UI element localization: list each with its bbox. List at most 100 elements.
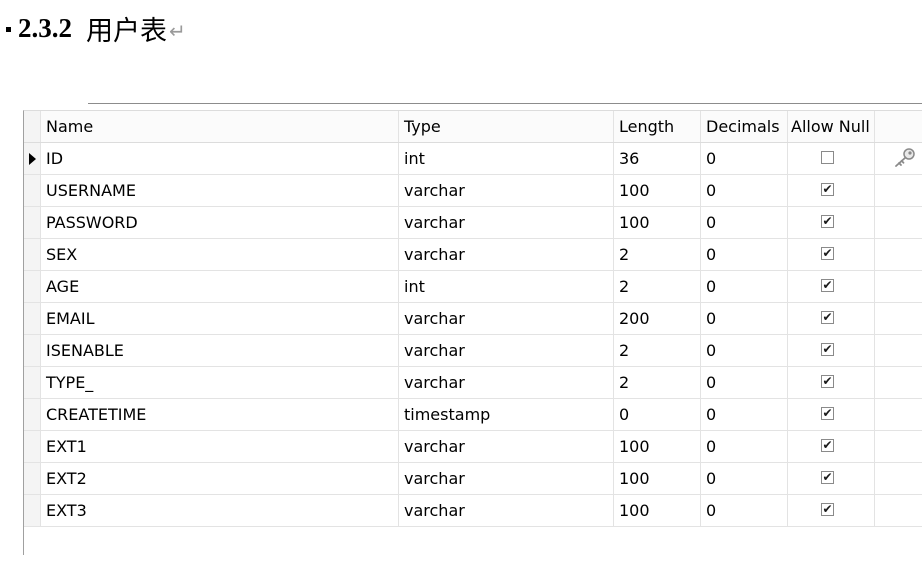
key-cell[interactable]	[875, 367, 922, 398]
row-indicator-cell[interactable]	[24, 431, 41, 462]
field-length-cell[interactable]: 100	[614, 431, 701, 462]
field-decimals-cell[interactable]: 0	[701, 239, 788, 270]
field-type-cell[interactable]: int	[399, 143, 614, 174]
field-decimals-cell[interactable]: 0	[701, 367, 788, 398]
row-indicator-cell[interactable]	[24, 143, 41, 174]
key-cell[interactable]	[875, 303, 922, 334]
field-length-cell[interactable]: 0	[614, 399, 701, 430]
field-type-cell[interactable]: varchar	[399, 495, 614, 526]
field-type-cell[interactable]: varchar	[399, 431, 614, 462]
row-indicator-cell[interactable]	[24, 495, 41, 526]
key-cell[interactable]	[875, 399, 922, 430]
allow-null-checkbox[interactable]: ✔	[821, 311, 834, 324]
field-name-cell[interactable]: ID	[41, 143, 399, 174]
column-header-length[interactable]: Length	[614, 111, 701, 142]
field-length-cell[interactable]: 100	[614, 495, 701, 526]
table-row[interactable]: EMAIL varchar 200 0 ✔	[24, 303, 922, 335]
field-decimals-cell[interactable]: 0	[701, 431, 788, 462]
table-row[interactable]: ISENABLE varchar 2 0 ✔	[24, 335, 922, 367]
field-name-cell[interactable]: EMAIL	[41, 303, 399, 334]
field-length-cell[interactable]: 2	[614, 367, 701, 398]
key-cell[interactable]	[875, 239, 922, 270]
field-decimals-cell[interactable]: 0	[701, 271, 788, 302]
field-name-cell[interactable]: USERNAME	[41, 175, 399, 206]
key-cell[interactable]	[875, 431, 922, 462]
field-length-cell[interactable]: 36	[614, 143, 701, 174]
field-length-cell[interactable]: 2	[614, 271, 701, 302]
table-row[interactable]: AGE int 2 0 ✔	[24, 271, 922, 303]
field-length-cell[interactable]: 2	[614, 335, 701, 366]
field-length-cell[interactable]: 100	[614, 175, 701, 206]
field-name-cell[interactable]: PASSWORD	[41, 207, 399, 238]
field-decimals-cell[interactable]: 0	[701, 495, 788, 526]
allow-null-checkbox[interactable]: ✔	[821, 439, 834, 452]
table-row[interactable]: CREATETIME timestamp 0 0 ✔	[24, 399, 922, 431]
field-name-cell[interactable]: AGE	[41, 271, 399, 302]
field-name-cell[interactable]: EXT3	[41, 495, 399, 526]
allow-null-checkbox[interactable]: ✔	[821, 471, 834, 484]
row-indicator-cell[interactable]	[24, 271, 41, 302]
field-type-cell[interactable]: varchar	[399, 367, 614, 398]
key-cell[interactable]	[875, 207, 922, 238]
column-header-name[interactable]: Name	[41, 111, 399, 142]
allow-null-checkbox[interactable]: ✔	[821, 375, 834, 388]
allow-null-checkbox[interactable]: ✔	[821, 279, 834, 292]
allow-null-checkbox[interactable]: ✔	[821, 183, 834, 196]
row-indicator-cell[interactable]	[24, 335, 41, 366]
field-decimals-cell[interactable]: 0	[701, 175, 788, 206]
table-row[interactable]: SEX varchar 2 0 ✔	[24, 239, 922, 271]
field-decimals-cell[interactable]: 0	[701, 399, 788, 430]
key-cell[interactable]	[875, 271, 922, 302]
row-indicator-cell[interactable]	[24, 367, 41, 398]
table-row[interactable]: EXT2 varchar 100 0 ✔	[24, 463, 922, 495]
row-indicator-cell[interactable]	[24, 399, 41, 430]
field-type-cell[interactable]: timestamp	[399, 399, 614, 430]
column-header-decimals[interactable]: Decimals	[701, 111, 788, 142]
allow-null-checkbox[interactable]: ✔	[821, 343, 834, 356]
field-length-cell[interactable]: 2	[614, 239, 701, 270]
key-cell[interactable]	[875, 495, 922, 526]
allow-null-checkbox[interactable]	[821, 151, 834, 164]
field-type-cell[interactable]: varchar	[399, 335, 614, 366]
field-type-cell[interactable]: varchar	[399, 303, 614, 334]
row-indicator-cell[interactable]	[24, 463, 41, 494]
field-decimals-cell[interactable]: 0	[701, 303, 788, 334]
field-name-cell[interactable]: TYPE_	[41, 367, 399, 398]
field-length-cell[interactable]: 100	[614, 463, 701, 494]
field-decimals-cell[interactable]: 0	[701, 207, 788, 238]
column-header-type[interactable]: Type	[399, 111, 614, 142]
table-row[interactable]: TYPE_ varchar 2 0 ✔	[24, 367, 922, 399]
key-cell[interactable]	[875, 335, 922, 366]
field-name-cell[interactable]: CREATETIME	[41, 399, 399, 430]
allow-null-checkbox[interactable]: ✔	[821, 407, 834, 420]
row-indicator-cell[interactable]	[24, 207, 41, 238]
field-length-cell[interactable]: 200	[614, 303, 701, 334]
field-length-cell[interactable]: 100	[614, 207, 701, 238]
table-row[interactable]: USERNAME varchar 100 0 ✔	[24, 175, 922, 207]
field-name-cell[interactable]: ISENABLE	[41, 335, 399, 366]
table-row[interactable]: EXT3 varchar 100 0 ✔	[24, 495, 922, 527]
field-type-cell[interactable]: varchar	[399, 175, 614, 206]
field-decimals-cell[interactable]: 0	[701, 463, 788, 494]
allow-null-checkbox[interactable]: ✔	[821, 503, 834, 516]
table-row[interactable]: ID int 36 0	[24, 143, 922, 175]
field-decimals-cell[interactable]: 0	[701, 335, 788, 366]
column-header-allow-null[interactable]: Allow Null	[788, 111, 875, 142]
field-type-cell[interactable]: varchar	[399, 207, 614, 238]
field-type-cell[interactable]: varchar	[399, 239, 614, 270]
field-type-cell[interactable]: int	[399, 271, 614, 302]
field-name-cell[interactable]: EXT2	[41, 463, 399, 494]
allow-null-checkbox[interactable]: ✔	[821, 215, 834, 228]
table-row[interactable]: EXT1 varchar 100 0 ✔	[24, 431, 922, 463]
allow-null-checkbox[interactable]: ✔	[821, 247, 834, 260]
row-indicator-cell[interactable]	[24, 303, 41, 334]
key-cell[interactable]	[875, 463, 922, 494]
row-indicator-cell[interactable]	[24, 239, 41, 270]
field-name-cell[interactable]: EXT1	[41, 431, 399, 462]
field-type-cell[interactable]: varchar	[399, 463, 614, 494]
table-row[interactable]: PASSWORD varchar 100 0 ✔	[24, 207, 922, 239]
field-decimals-cell[interactable]: 0	[701, 143, 788, 174]
key-cell[interactable]	[875, 143, 922, 174]
key-cell[interactable]	[875, 175, 922, 206]
field-name-cell[interactable]: SEX	[41, 239, 399, 270]
